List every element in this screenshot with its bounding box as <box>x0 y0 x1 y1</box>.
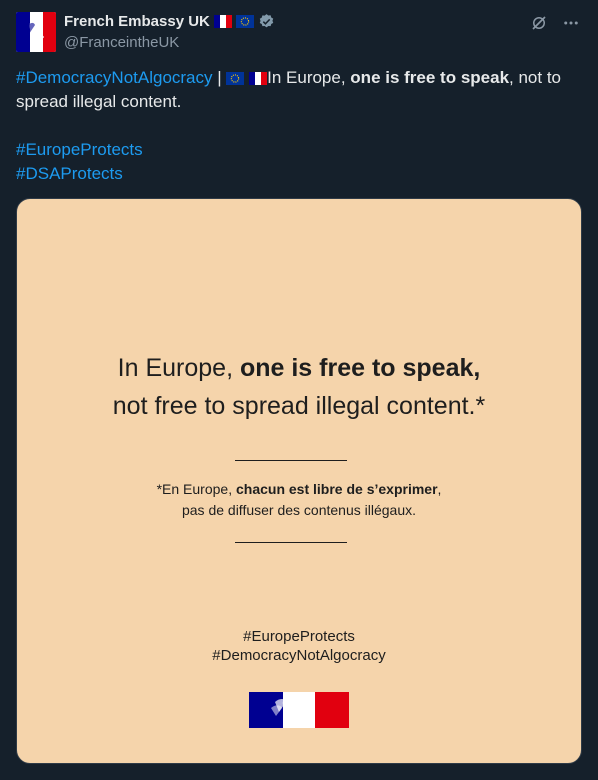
verified-badge-icon[interactable] <box>258 13 275 30</box>
card-headline: In Europe, one is free to speak, not fre… <box>17 349 581 425</box>
avatar[interactable] <box>16 12 56 52</box>
author-handle[interactable]: @FranceintheUK <box>64 34 179 51</box>
tweet-header: French Embassy UK @FranceintheUK <box>16 12 582 56</box>
card-french-text: *En Europe, chacun est libre de s’exprim… <box>17 479 581 521</box>
grok-icon[interactable] <box>528 12 550 34</box>
card-headline-line1: In Europe, one is free to speak, <box>17 349 581 387</box>
france-flag-icon <box>249 72 268 86</box>
author-name[interactable]: French Embassy UK <box>64 13 210 30</box>
card-french-pre: *En Europe, <box>156 481 236 497</box>
card-french-line1: *En Europe, chacun est libre de s’exprim… <box>17 479 581 500</box>
eu-flag-icon <box>235 15 254 28</box>
card-headline-pre: In Europe, <box>117 354 240 382</box>
card-hashtag-europe: #EuropeProtects <box>243 628 355 645</box>
divider <box>235 460 347 461</box>
card-headline-bold: one is free to speak, <box>239 354 481 382</box>
card-headline-line2: not free to spread illegal content.* <box>112 392 486 420</box>
hashtag-dsa-protects[interactable]: #DSAProtects <box>16 164 123 183</box>
card-hashtag-democracy: #DemocracyNotAlgocracy <box>212 647 386 664</box>
tweet-text-bold: one is free to speak <box>350 68 510 87</box>
card-french-post: , <box>437 481 442 497</box>
tweet-line: #EuropeProtects <box>16 138 582 162</box>
tweet-text-pre: In Europe, <box>267 68 351 87</box>
tweet-line: #DSAProtects <box>16 162 582 186</box>
france-flag-icon <box>213 15 232 28</box>
author-name-row: French Embassy UK <box>64 13 275 30</box>
tweet-separator: | <box>212 68 227 87</box>
tweet-line: #DemocracyNotAlgocracy | In Europe, one … <box>16 66 582 114</box>
header-actions <box>528 12 582 34</box>
eu-flag-icon <box>226 72 245 86</box>
hashtag-europe-protects[interactable]: #EuropeProtects <box>16 140 143 159</box>
hashtag-democracy[interactable]: #DemocracyNotAlgocracy <box>16 68 213 87</box>
tweet-text: #DemocracyNotAlgocracy | In Europe, one … <box>16 66 582 186</box>
card-french-line2: pas de diffuser des contenus illégaux. <box>181 502 416 518</box>
card-french-bold: chacun est libre de s’exprimer <box>235 481 438 497</box>
more-icon[interactable] <box>560 12 582 34</box>
card-hashtags: #EuropeProtects #DemocracyNotAlgocracy <box>17 627 581 665</box>
divider <box>235 542 347 543</box>
media-card[interactable]: In Europe, one is free to speak, not fre… <box>16 198 582 764</box>
marianne-flag-logo-icon <box>249 692 349 728</box>
marianne-logo-icon <box>16 12 56 52</box>
